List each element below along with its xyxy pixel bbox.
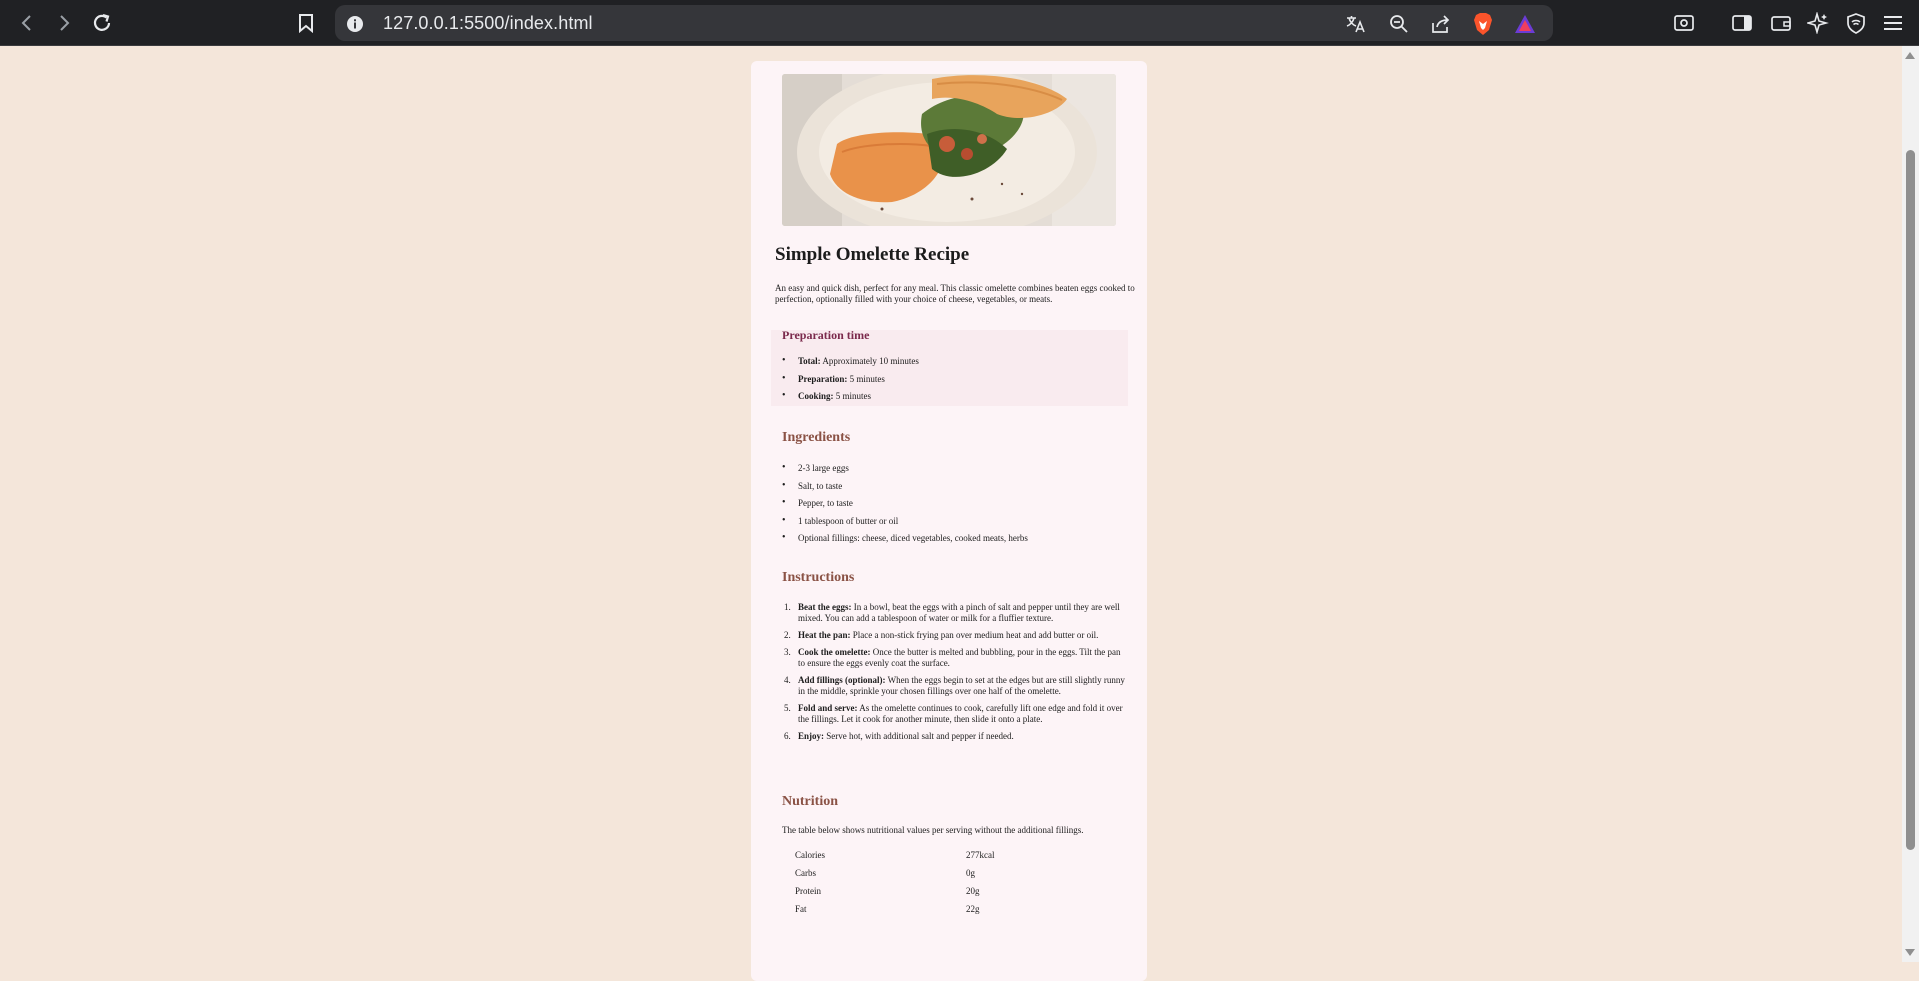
arrow-left-icon xyxy=(21,15,31,31)
list-item: 6. Enjoy: Serve hot, with additional salt… xyxy=(784,731,1014,741)
nutrient-name: Fat xyxy=(795,904,807,914)
list-item: Optional fillings: cheese, diced vegetab… xyxy=(782,532,1028,550)
back-button[interactable] xyxy=(13,9,41,37)
scroll-down-arrow-icon[interactable] xyxy=(1905,949,1915,956)
arrow-right-icon xyxy=(60,15,70,31)
share-button[interactable] xyxy=(1429,12,1453,36)
nutrient-value: 22g xyxy=(966,904,980,914)
reload-icon xyxy=(93,13,111,31)
recipe-title: Simple Omelette Recipe xyxy=(775,244,970,265)
site-info-button[interactable] xyxy=(343,12,367,36)
wallet-button[interactable] xyxy=(1767,9,1795,37)
reload-button[interactable] xyxy=(88,9,116,37)
omelette-image xyxy=(782,74,1116,226)
scrollbar-thumb[interactable] xyxy=(1906,150,1915,850)
screenshot-icon xyxy=(1674,15,1694,31)
list-item: 2-3 large eggs xyxy=(782,462,1028,480)
nutrient-name: Protein xyxy=(795,886,821,896)
preparation-time-list: Total: Approximately 10 minutes Preparat… xyxy=(782,355,919,408)
instructions-list: 1. Beat the eggs: In a bowl, beat the egg… xyxy=(782,602,1129,748)
table-row: Calories 277kcal xyxy=(795,850,995,868)
brave-shields-button[interactable] xyxy=(1471,12,1495,36)
bookmark-icon xyxy=(299,14,313,33)
hamburger-menu-icon xyxy=(1884,16,1902,30)
nutrition-heading: Nutrition xyxy=(782,794,838,809)
browser-toolbar: 127.0.0.1:5500/index.html xyxy=(0,0,1919,46)
table-row: Carbs 0g xyxy=(795,868,995,886)
nutrient-name: Calories xyxy=(795,850,825,860)
rewards-triangle-icon xyxy=(1515,15,1535,33)
screenshot-button[interactable] xyxy=(1670,9,1698,37)
sidebar-button[interactable] xyxy=(1728,9,1756,37)
list-item: 4. Add fillings (optional): When the eggs… xyxy=(784,675,1125,696)
zoom-button[interactable] xyxy=(1387,12,1411,36)
url-text[interactable]: 127.0.0.1:5500/index.html xyxy=(383,13,593,34)
scroll-up-arrow-icon[interactable] xyxy=(1905,52,1915,59)
recipe-intro: An easy and quick dish, perfect for any … xyxy=(775,283,1135,304)
ingredients-list: 2-3 large eggs Salt, to taste Pepper, to… xyxy=(782,462,1028,550)
list-item: 3. Cook the omelette: Once the butter is … xyxy=(784,647,1121,668)
translate-button[interactable] xyxy=(1344,12,1368,36)
list-item: Preparation: 5 minutes xyxy=(782,373,919,391)
instructions-heading: Instructions xyxy=(782,570,855,585)
nutrient-value: 0g xyxy=(966,868,975,878)
recipe-card: Simple Omelette Recipe An easy and quick… xyxy=(751,61,1147,981)
nutrient-name: Carbs xyxy=(795,868,816,878)
sidebar-icon xyxy=(1732,15,1752,31)
list-item: Cooking: 5 minutes xyxy=(782,390,919,408)
address-bar[interactable]: 127.0.0.1:5500/index.html xyxy=(335,5,1553,41)
list-item: 5. Fold and serve: As the omelette contin… xyxy=(784,703,1123,724)
table-row: Fat 22g xyxy=(795,904,995,922)
nutrient-value: 20g xyxy=(966,886,980,896)
menu-button[interactable] xyxy=(1879,9,1907,37)
list-item: 1 tablespoon of butter or oil xyxy=(782,515,1028,533)
list-item: Pepper, to taste xyxy=(782,497,1028,515)
leo-ai-button[interactable] xyxy=(1804,9,1832,37)
list-item: 2. Heat the pan: Place a non-stick frying… xyxy=(784,630,1099,640)
table-row: Protein 20g xyxy=(795,886,995,904)
nutrition-description: The table below shows nutritional values… xyxy=(782,825,1084,835)
translate-icon xyxy=(1346,16,1365,33)
list-item: Total: Approximately 10 minutes xyxy=(782,355,919,373)
preparation-time-heading: Preparation time xyxy=(782,328,870,342)
share-icon xyxy=(1432,15,1450,33)
brave-lion-icon xyxy=(1474,13,1492,35)
sparkle-icon xyxy=(1807,12,1829,34)
vpn-button[interactable] xyxy=(1842,9,1870,37)
wallet-icon xyxy=(1771,16,1791,31)
vpn-shield-icon xyxy=(1847,13,1865,34)
nutrient-value: 277kcal xyxy=(966,850,995,860)
ingredients-heading: Ingredients xyxy=(782,430,851,445)
list-item: Salt, to taste xyxy=(782,480,1028,498)
zoom-out-icon xyxy=(1390,15,1408,33)
rewards-button[interactable] xyxy=(1513,12,1537,36)
page-scrollbar[interactable] xyxy=(1902,46,1919,962)
bookmark-button[interactable] xyxy=(292,9,320,37)
forward-button[interactable] xyxy=(50,9,78,37)
nutrition-table: Calories 277kcal Carbs 0g Protein 20g Fat 22… xyxy=(795,850,995,922)
list-item: 1. Beat the eggs: In a bowl, beat the egg… xyxy=(784,602,1120,623)
info-icon xyxy=(347,16,363,32)
